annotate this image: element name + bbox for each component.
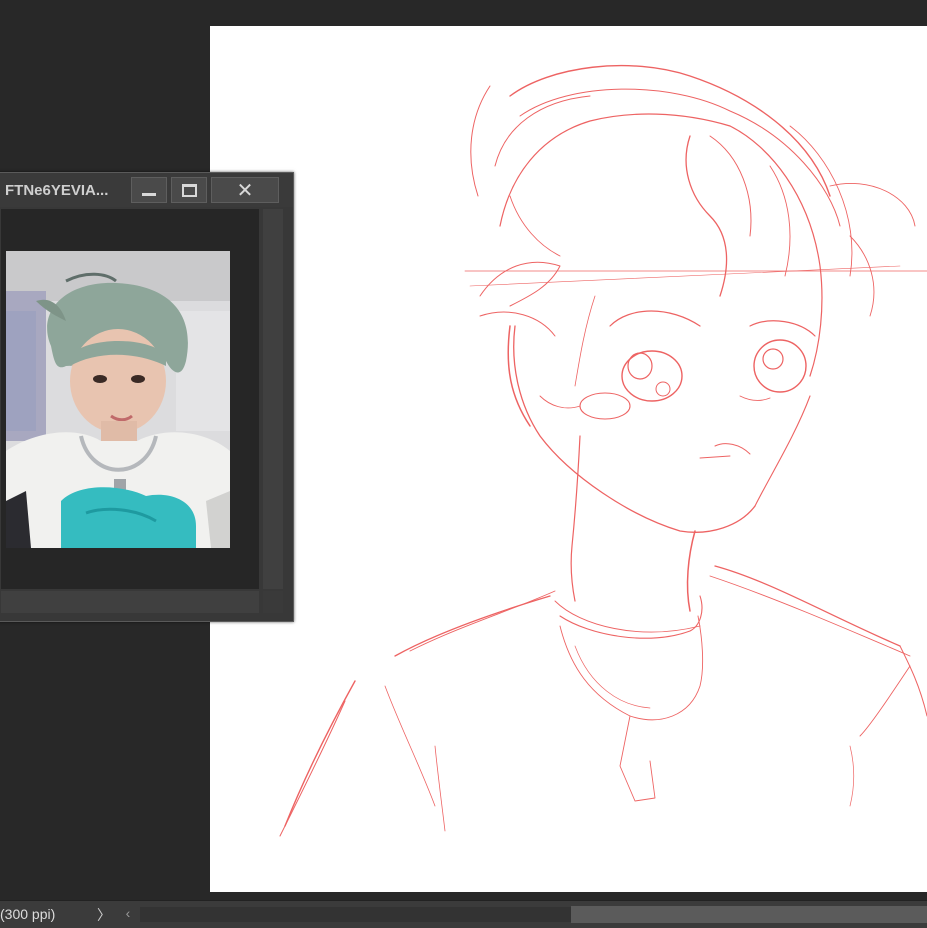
- reference-window-titlebar[interactable]: FTNe6YEVIA... ✕: [0, 173, 293, 207]
- reference-photo-image: [6, 251, 230, 548]
- close-icon: ✕: [236, 178, 254, 202]
- reference-window-title: FTNe6YEVIA...: [5, 182, 109, 199]
- maximize-icon: [181, 183, 197, 197]
- drawing-canvas[interactable]: [210, 26, 927, 892]
- zoom-resolution-text: (300 ppi): [0, 906, 56, 922]
- horizontal-scrollbar-thumb[interactable]: [571, 906, 927, 923]
- reference-horizontal-scrollbar[interactable]: [1, 591, 259, 613]
- status-bar: (300 ppi) 〉 ‹: [0, 900, 927, 928]
- reference-vertical-scrollbar[interactable]: [263, 209, 283, 589]
- reference-photo: [6, 251, 230, 548]
- maximize-button[interactable]: [171, 177, 207, 203]
- workspace: FTNe6YEVIA... ✕: [0, 0, 927, 900]
- minimize-icon: [142, 192, 156, 196]
- close-button[interactable]: ✕: [211, 177, 279, 203]
- sketch-layer: [279, 64, 927, 837]
- minimize-button[interactable]: [131, 177, 167, 203]
- status-menu-arrow-icon[interactable]: 〉: [92, 905, 116, 925]
- reference-resize-corner[interactable]: [263, 591, 283, 613]
- scroll-left-arrow-icon[interactable]: ‹: [120, 905, 136, 921]
